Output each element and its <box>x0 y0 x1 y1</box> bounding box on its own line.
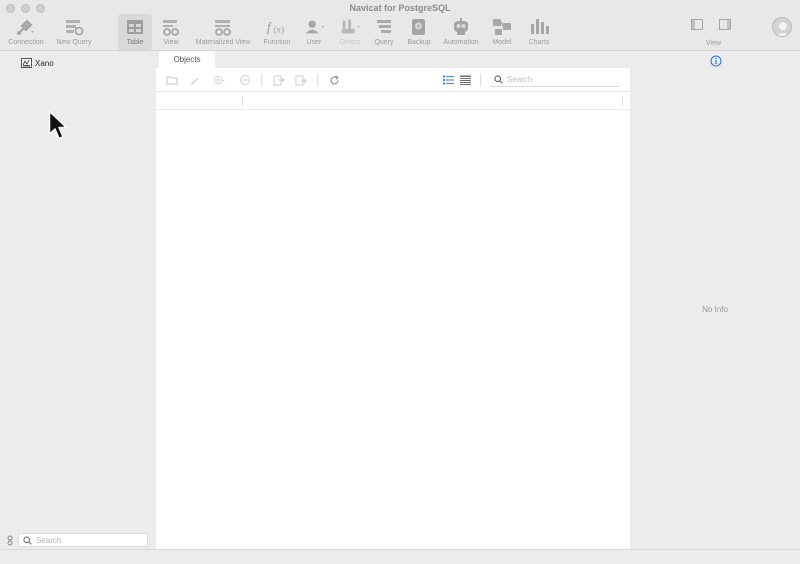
connection-item-xano[interactable]: Xano <box>21 58 54 68</box>
objects-search-input[interactable] <box>507 73 607 86</box>
new-object-button[interactable] <box>213 74 225 86</box>
toolbar-label: View <box>163 39 179 46</box>
toolbar-label: Function <box>263 39 291 46</box>
toggle-right-panel-button[interactable] <box>718 18 732 30</box>
toolbar-table-button[interactable]: Table <box>118 14 152 50</box>
tab-bar: Objects <box>156 51 630 68</box>
refresh-icon <box>329 75 339 84</box>
detail-view-icon <box>459 75 471 85</box>
status-bar <box>0 549 800 564</box>
toolbar-label: Backup <box>407 39 431 46</box>
refresh-button[interactable] <box>328 74 340 86</box>
toolbar-backup-button[interactable]: Backup <box>404 14 434 50</box>
toolbar-label: New Query <box>56 39 92 46</box>
import-icon <box>273 75 285 85</box>
materialized-view-icon <box>212 16 234 38</box>
toolbar-label: Charts <box>528 39 550 46</box>
connection-label: Xano <box>35 58 54 68</box>
toolbar-view-button[interactable]: View <box>158 14 184 50</box>
export-button[interactable] <box>295 74 307 86</box>
export-icon <box>295 75 307 85</box>
mouse-pointer-icon <box>48 110 68 140</box>
open-object-button[interactable] <box>166 74 178 86</box>
objects-toolbar <box>156 68 630 92</box>
add-icon <box>213 75 225 85</box>
model-icon <box>491 16 513 38</box>
filter-options-button[interactable] <box>5 534 15 546</box>
user-avatar-button[interactable] <box>772 17 792 37</box>
list-view-button[interactable] <box>442 74 454 86</box>
toolbar-materialized-view-button[interactable]: Materialized View <box>192 14 254 50</box>
no-info-text: No Info <box>702 305 728 314</box>
info-panel: No Info <box>630 51 800 549</box>
view-toggle-group <box>690 18 732 30</box>
toolbar-label: Others <box>339 39 361 46</box>
main-toolbar: Connection New Query Table View Material… <box>0 14 560 50</box>
toggle-left-panel-button[interactable] <box>690 18 704 30</box>
toolbar-label: Materialized View <box>195 39 251 46</box>
column-divider[interactable] <box>242 96 243 106</box>
toolbar-label: Query <box>374 39 394 46</box>
toolbar-label: Table <box>126 39 144 46</box>
toolbar-label: Connection <box>8 39 44 46</box>
objects-column-header <box>156 93 630 110</box>
delete-object-button[interactable] <box>239 74 251 86</box>
view-icon <box>160 16 182 38</box>
connection-sidebar: Xano <box>0 51 156 549</box>
others-icon <box>339 16 361 38</box>
sidebar-search-field[interactable] <box>18 533 148 547</box>
toolbar-label: User <box>306 39 322 46</box>
import-button[interactable] <box>273 74 285 86</box>
toolbar-query-button[interactable]: Query <box>370 14 398 50</box>
toolbar-separator <box>261 74 262 86</box>
open-folder-icon <box>166 76 178 85</box>
toolbar-automation-button[interactable]: Automation <box>440 14 482 50</box>
search-icon <box>494 75 503 84</box>
window-toolbar-area: Navicat for PostgreSQL Connection New Qu… <box>0 0 800 51</box>
filter-options-icon <box>7 535 13 545</box>
sidebar-search-input[interactable] <box>36 534 136 546</box>
toolbar-label: Model <box>492 39 512 46</box>
toolbar-charts-button[interactable]: Charts <box>524 14 554 50</box>
toolbar-others-button[interactable]: Others <box>334 14 366 50</box>
connection-icon <box>15 16 37 38</box>
toolbar-model-button[interactable]: Model <box>488 14 516 50</box>
automation-icon <box>450 16 472 38</box>
info-icon[interactable] <box>710 54 722 67</box>
toolbar-user-button[interactable]: User <box>300 14 328 50</box>
new-query-icon <box>63 16 85 38</box>
objects-search-field[interactable] <box>490 73 620 87</box>
toolbar-function-button[interactable]: f (x) Function <box>260 14 294 50</box>
table-icon <box>124 16 146 38</box>
function-icon: f (x) <box>266 16 288 38</box>
user-icon <box>303 16 325 38</box>
detail-view-button[interactable] <box>459 74 471 86</box>
sidebar-left-icon <box>691 18 703 30</box>
svg-text:f: f <box>267 20 273 35</box>
database-connection-icon <box>21 58 32 68</box>
sidebar-right-icon <box>719 18 731 30</box>
objects-pane <box>156 68 630 549</box>
pencil-icon <box>190 77 198 85</box>
charts-icon <box>528 16 550 38</box>
backup-icon <box>408 16 430 38</box>
toolbar-connection-button[interactable]: Connection <box>4 14 48 50</box>
list-view-icon <box>442 75 454 85</box>
toolbar-separator <box>317 74 318 86</box>
design-object-button[interactable] <box>188 74 200 86</box>
window-title: Navicat for PostgreSQL <box>349 3 451 13</box>
toolbar-label: Automation <box>443 39 479 46</box>
tab-objects[interactable]: Objects <box>159 51 215 68</box>
avatar-icon <box>776 22 790 36</box>
query-icon <box>373 16 395 38</box>
svg-text:(x): (x) <box>273 25 284 35</box>
toolbar-new-query-button[interactable]: New Query <box>54 14 94 50</box>
main-area: Objects <box>156 51 630 549</box>
view-label: View <box>706 40 722 47</box>
remove-icon <box>240 75 250 85</box>
toolbar-separator <box>480 74 481 86</box>
search-icon <box>23 535 32 545</box>
column-divider[interactable] <box>622 96 623 106</box>
